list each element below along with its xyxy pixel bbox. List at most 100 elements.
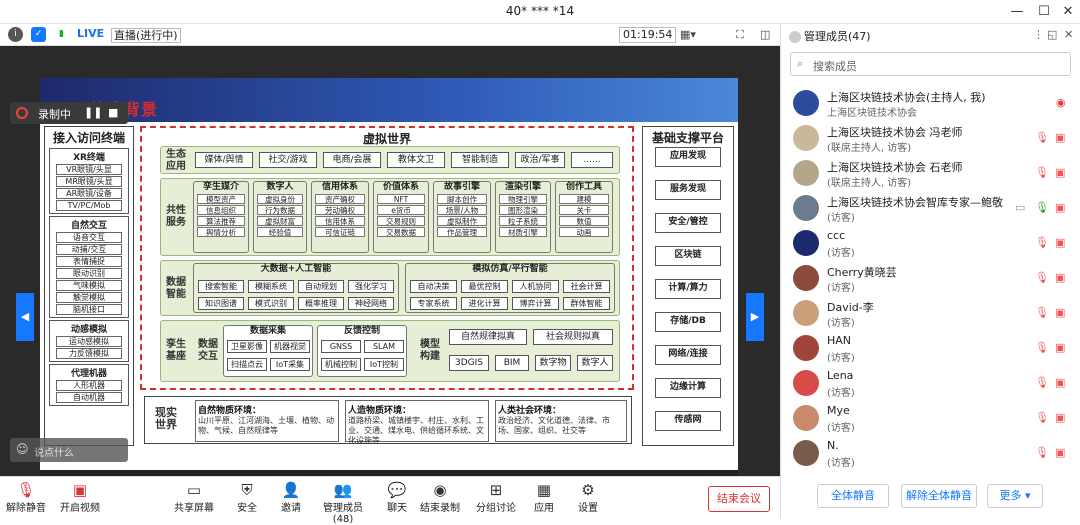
item: 动捕/交互 <box>56 244 122 255</box>
member-row[interactable]: 上海区块链技术协会智库专家—鲍敬 (访客) 🎙 ▣ ▭ <box>793 191 1078 229</box>
prev-page-button[interactable]: ◀ <box>16 293 34 341</box>
real-world-title: 现实世界 <box>155 406 177 431</box>
stop-record-toolbar-button[interactable]: ◉ 结束录制 <box>420 481 460 514</box>
shared-service-row: 共性服务 孪生媒介 模型资产 信息组织 算法推荐 舆情分析 数字人 虚拟身份 行为数据 虚拟财富… <box>160 178 620 256</box>
more-button[interactable]: 更多 ▾ <box>987 484 1043 508</box>
stop-record-button[interactable]: ■ <box>108 106 118 119</box>
camera-off-icon[interactable]: ▣ <box>1055 236 1065 249</box>
member-row[interactable]: N. (访客) 🎙 ▣ <box>793 436 1078 474</box>
camera-off-icon[interactable]: ▣ <box>1055 376 1065 389</box>
apps-button[interactable]: ▦ 应用 <box>530 481 558 514</box>
recording-bar: 录制中 ❚❚ ■ <box>10 102 128 124</box>
twin-base-row: 孪生基座 数据交互 数据采集 卫星影像 机器视觉 扫描点云 IoT采集 反馈控制… <box>160 320 620 382</box>
recording-indicator-icon: ◉ <box>1056 96 1066 109</box>
shield-icon[interactable]: ✓ <box>31 27 46 42</box>
start-video-button[interactable]: ▣ 开启视频 <box>58 481 102 514</box>
view-layout-icon[interactable]: ▦▾ <box>680 28 696 41</box>
invite-button[interactable]: 👤 邀请 <box>276 481 306 514</box>
breakout-button[interactable]: ⊞ 分组讨论 <box>476 481 516 514</box>
mic-off-icon[interactable]: 🎙 <box>1035 376 1049 389</box>
block-title: 创作工具 <box>565 182 602 192</box>
live-label[interactable]: LIVE <box>77 27 104 40</box>
camera-off-icon[interactable]: ▣ <box>1055 306 1065 319</box>
mic-on-icon[interactable]: 🎙 <box>1035 201 1049 214</box>
settings-button[interactable]: ⚙ 设置 <box>574 481 602 514</box>
cell: 自动规划 <box>298 280 344 293</box>
avatar <box>793 125 819 151</box>
member-row[interactable]: ccc (访客) 🎙 ▣ <box>793 226 1078 264</box>
block-item: 资产确权 <box>315 194 365 204</box>
avatar <box>793 230 819 256</box>
shared-block: 价值体系 NFT e货币 交易规则 交易数据 <box>373 181 429 253</box>
camera-off-icon[interactable]: ▣ <box>1055 446 1065 459</box>
block-item: 材质引擎 <box>499 227 547 237</box>
maximize-icon[interactable]: ☐ <box>1032 2 1056 22</box>
camera-off-icon[interactable]: ▣ <box>1055 201 1065 214</box>
camera-off-icon[interactable]: ▣ <box>1055 411 1065 424</box>
sidebar-toggle-icon[interactable]: ◫ <box>760 28 770 41</box>
shared-block: 信用体系 资产确权 劳动确权 信用体系 可信证链 <box>311 181 369 253</box>
member-row[interactable]: David-李 (访客) 🎙 ▣ <box>793 296 1078 334</box>
item: AR眼镜/设备 <box>56 188 122 199</box>
more-label: 更多 <box>999 489 1022 502</box>
info-icon[interactable]: i <box>8 27 23 42</box>
fullscreen-icon[interactable]: ⛶ <box>736 28 744 42</box>
mic-off-icon[interactable]: 🎙 <box>1035 166 1049 179</box>
screen-share-icon: ▭ <box>1015 201 1026 214</box>
member-row[interactable]: Cherry黄晓芸 (访客) 🎙 ▣ <box>793 261 1078 299</box>
mic-off-icon[interactable]: 🎙 <box>1035 341 1049 354</box>
signal-icon[interactable]: ▮ <box>54 27 69 42</box>
member-search-input[interactable]: ⌕ 搜索成员 <box>790 52 1071 76</box>
search-icon: ⌕ <box>797 57 804 70</box>
cell: 人机协同 <box>512 280 559 293</box>
window-title: 40* *** *14 <box>505 4 575 18</box>
security-button[interactable]: ⛨ 安全 <box>232 481 262 514</box>
unmute-all-button[interactable]: 解除全体静音 <box>901 484 977 508</box>
comment-input[interactable]: ☺ 说点什么 <box>10 438 128 462</box>
member-row[interactable]: HAN (访客) 🎙 ▣ <box>793 331 1078 369</box>
unmute-button[interactable]: 🎙 解除静音 <box>6 481 46 514</box>
member-row[interactable]: 上海区块链技术协会 冯老师 (联席主持人, 访客) 🎙 ▣ <box>793 121 1078 159</box>
box-title: 人造物质环境： <box>348 406 412 416</box>
block-title: 数字人 <box>266 182 294 192</box>
pause-record-button[interactable]: ❚❚ <box>84 106 102 119</box>
access-column: 接入访问终端 XR终端 VR眼镜/头显 MR眼镜/头显 AR眼镜/设备 TV/P… <box>44 126 134 446</box>
camera-off-icon[interactable]: ▣ <box>1055 341 1065 354</box>
mic-off-icon[interactable]: 🎙 <box>1035 131 1049 144</box>
virtual-world-box: 虚拟世界 生态应用 媒体/舆情 社交/游戏 电商/会展 教体文卫 智能制造 政治… <box>140 126 634 390</box>
share-screen-button[interactable]: ▭ 共享屏幕 <box>174 481 214 514</box>
member-row[interactable]: 上海区块链技术协会 石老师 (联席主持人, 访客) 🎙 ▣ <box>793 156 1078 194</box>
item: VR眼镜/头显 <box>56 164 122 175</box>
camera-off-icon[interactable]: ▣ <box>1055 166 1065 179</box>
panel-options-icon[interactable]: ⋮ <box>1033 28 1044 41</box>
end-meeting-button[interactable]: 结束会议 <box>708 486 770 512</box>
row-label: 模型构建 <box>420 339 440 362</box>
block-item: NFT <box>377 194 425 204</box>
mic-off-icon[interactable]: 🎙 <box>1035 236 1049 249</box>
cell: 媒体/舆情 <box>195 152 253 168</box>
next-page-button[interactable]: ▶ <box>746 293 764 341</box>
mic-off-icon[interactable]: 🎙 <box>1035 411 1049 424</box>
block-item: 数值 <box>559 216 609 226</box>
chat-button[interactable]: 💬 聊天 <box>382 481 412 514</box>
item: 自动机器 <box>56 392 122 403</box>
close-icon[interactable]: ✕ <box>1056 2 1080 22</box>
member-row[interactable]: Mye (访客) 🎙 ▣ <box>793 401 1078 439</box>
panel-close-icon[interactable]: ✕ <box>1064 28 1073 41</box>
stream-status[interactable]: 直播(进行中) <box>111 28 181 43</box>
camera-off-icon[interactable]: ▣ <box>1055 271 1065 284</box>
minimize-icon[interactable]: — <box>1005 2 1029 22</box>
item: 语音交互 <box>56 232 122 243</box>
mute-all-button[interactable]: 全体静音 <box>817 484 889 508</box>
emoji-icon[interactable]: ☺ <box>16 442 29 456</box>
button-label: 共享屏幕 <box>174 503 214 514</box>
mic-off-icon[interactable]: 🎙 <box>1035 446 1049 459</box>
member-role: (访客) <box>827 248 855 259</box>
member-row[interactable]: Lena (访客) 🎙 ▣ <box>793 366 1078 404</box>
mic-off-icon[interactable]: 🎙 <box>1035 271 1049 284</box>
panel-popout-icon[interactable]: ◱ <box>1047 28 1057 41</box>
camera-off-icon[interactable]: ▣ <box>1055 131 1065 144</box>
manage-members-button[interactable]: 👥 管理成员(48) <box>314 481 372 525</box>
member-row[interactable]: 上海区块链技术协会(主持人, 我) 上海区块链技术协会 ◉ <box>793 86 1078 124</box>
mic-off-icon[interactable]: 🎙 <box>1035 306 1049 319</box>
